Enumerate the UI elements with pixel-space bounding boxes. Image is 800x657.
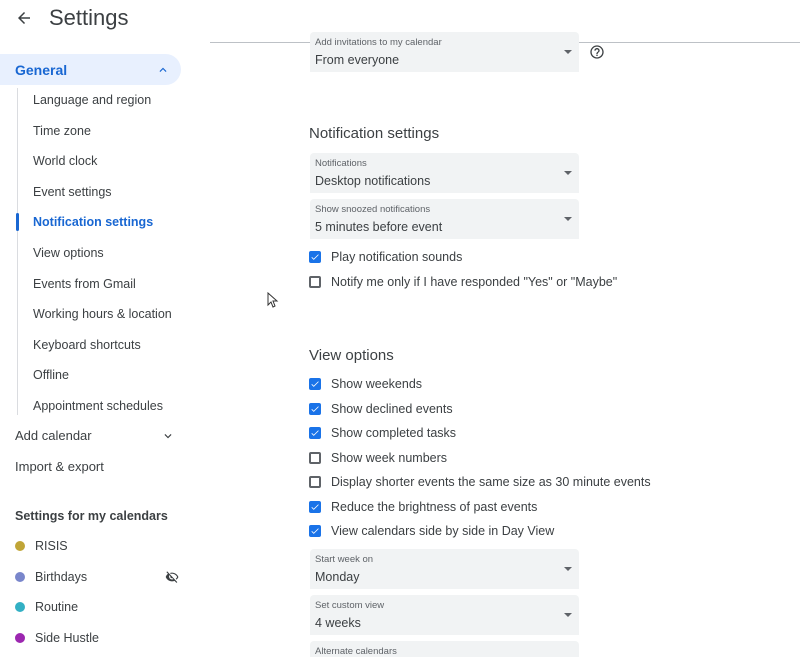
select-label: Notifications: [315, 158, 367, 169]
snoozed-notifications-select[interactable]: Show snoozed notifications 5 minutes bef…: [310, 199, 579, 239]
checkbox-unchecked-icon[interactable]: [309, 276, 321, 288]
dropdown-arrow-icon: [564, 217, 572, 221]
checkbox-label: Play notification sounds: [331, 250, 463, 264]
sidebar-import-export[interactable]: Import & export: [15, 459, 175, 475]
dropdown-arrow-icon: [564, 171, 572, 175]
checkbox-checked-icon[interactable]: [309, 403, 321, 415]
calendar-item-birthdays[interactable]: Birthdays: [15, 568, 180, 586]
checkbox-label: Reduce the brightness of past events: [331, 500, 538, 514]
start-week-select[interactable]: Start week on Monday: [310, 549, 579, 589]
my-calendars-heading: Settings for my calendars: [15, 509, 168, 523]
notifications-select[interactable]: Notifications Desktop notifications: [310, 153, 579, 193]
calendar-color-dot: [15, 541, 25, 551]
dropdown-arrow-icon: [564, 50, 572, 54]
calendar-item-routine[interactable]: Routine: [15, 598, 180, 616]
sidebar-add-calendar[interactable]: Add calendar: [15, 428, 175, 444]
checkbox-checked-icon[interactable]: [309, 427, 321, 439]
calendar-color-dot: [15, 602, 25, 612]
checkbox-show-weekends[interactable]: Show weekends: [309, 376, 422, 392]
sidebar-item-event-settings[interactable]: Event settings: [33, 184, 112, 200]
select-value: Desktop notifications: [315, 174, 431, 188]
checkbox-shorter-events[interactable]: Display shorter events the same size as …: [309, 474, 651, 490]
custom-view-select[interactable]: Set custom view 4 weeks: [310, 595, 579, 635]
chevron-up-icon: [153, 60, 173, 80]
mouse-cursor-icon: [267, 291, 279, 308]
checkbox-reduce-brightness[interactable]: Reduce the brightness of past events: [309, 499, 537, 515]
back-button[interactable]: [8, 2, 40, 34]
visibility-off-icon[interactable]: [164, 569, 180, 585]
sidebar-item-appointment-schedules[interactable]: Appointment schedules: [33, 398, 163, 414]
calendar-name: RISIS: [35, 539, 68, 553]
import-export-label: Import & export: [15, 459, 104, 474]
select-value: Monday: [315, 570, 360, 584]
active-indicator: [16, 213, 19, 231]
select-label: Add invitations to my calendar: [315, 37, 442, 48]
checkbox-checked-icon[interactable]: [309, 525, 321, 537]
checkbox-label: Show completed tasks: [331, 426, 457, 440]
sidebar-item-world-clock[interactable]: World clock: [33, 153, 97, 169]
add-calendar-label: Add calendar: [15, 428, 92, 443]
dropdown-arrow-icon: [564, 567, 572, 571]
sidebar-item-language[interactable]: Language and region: [33, 92, 151, 108]
checkbox-label: Show week numbers: [331, 451, 448, 465]
calendar-name: Birthdays: [35, 570, 88, 584]
alternate-calendars-select[interactable]: Alternate calendars: [310, 641, 579, 657]
checkbox-show-completed-tasks[interactable]: Show completed tasks: [309, 425, 456, 441]
checkbox-checked-icon[interactable]: [309, 501, 321, 513]
calendar-name: Routine: [35, 600, 79, 614]
select-label: Alternate calendars: [315, 646, 397, 657]
checkbox-label: View calendars side by side in Day View: [331, 524, 555, 538]
checkbox-label: Show weekends: [331, 377, 423, 391]
select-value: 5 minutes before event: [315, 220, 443, 234]
sidebar-general-label: General: [15, 61, 68, 78]
select-value: 4 weeks: [315, 616, 361, 630]
checkbox-label: Display shorter events the same size as …: [331, 475, 651, 489]
sidebar-general[interactable]: General: [0, 54, 181, 85]
select-label: Set custom view: [315, 600, 385, 611]
arrow-back-icon: [18, 12, 30, 24]
sidebar-item-notification-settings[interactable]: Notification settings: [33, 214, 153, 230]
checkbox-label: Show declined events: [331, 402, 453, 416]
checkbox-play-sounds[interactable]: Play notification sounds: [309, 249, 462, 265]
help-icon[interactable]: [589, 44, 605, 60]
checkbox-show-declined[interactable]: Show declined events: [309, 401, 453, 417]
checkbox-checked-icon[interactable]: [309, 251, 321, 263]
sidebar-item-time-zone[interactable]: Time zone: [33, 123, 91, 139]
dropdown-arrow-icon: [564, 613, 572, 617]
sidebar-item-view-options[interactable]: View options: [33, 245, 104, 261]
calendar-color-dot: [15, 572, 25, 582]
calendar-name: Side Hustle: [35, 631, 99, 645]
checkbox-checked-icon[interactable]: [309, 378, 321, 390]
add-invitations-select[interactable]: Add invitations to my calendar From ever…: [310, 32, 579, 72]
page-title: Settings: [49, 5, 129, 30]
sidebar-item-offline[interactable]: Offline: [33, 367, 69, 383]
checkbox-unchecked-icon[interactable]: [309, 476, 321, 488]
chevron-down-icon: [164, 434, 172, 439]
select-label: Start week on: [315, 554, 374, 565]
sidebar-item-keyboard-shortcuts[interactable]: Keyboard shortcuts: [33, 337, 141, 353]
checkbox-side-by-side[interactable]: View calendars side by side in Day View: [309, 523, 554, 539]
checkbox-show-week-numbers[interactable]: Show week numbers: [309, 450, 447, 466]
calendar-color-dot: [15, 633, 25, 643]
checkbox-notify-only-responded[interactable]: Notify me only if I have responded "Yes"…: [309, 274, 617, 290]
checkbox-unchecked-icon[interactable]: [309, 452, 321, 464]
notification-settings-title: Notification settings: [309, 125, 440, 142]
checkbox-label: Notify me only if I have responded "Yes"…: [331, 275, 618, 289]
calendar-item-risis[interactable]: RISIS: [15, 537, 180, 555]
sidebar-item-working-hours[interactable]: Working hours & location: [33, 306, 172, 322]
select-label: Show snoozed notifications: [315, 204, 431, 215]
tree-line: [17, 88, 18, 415]
sidebar-item-events-from-gmail[interactable]: Events from Gmail: [33, 276, 136, 292]
calendar-item-side-hustle[interactable]: Side Hustle: [15, 629, 180, 647]
view-options-title: View options: [309, 347, 394, 364]
select-value: From everyone: [315, 53, 400, 67]
